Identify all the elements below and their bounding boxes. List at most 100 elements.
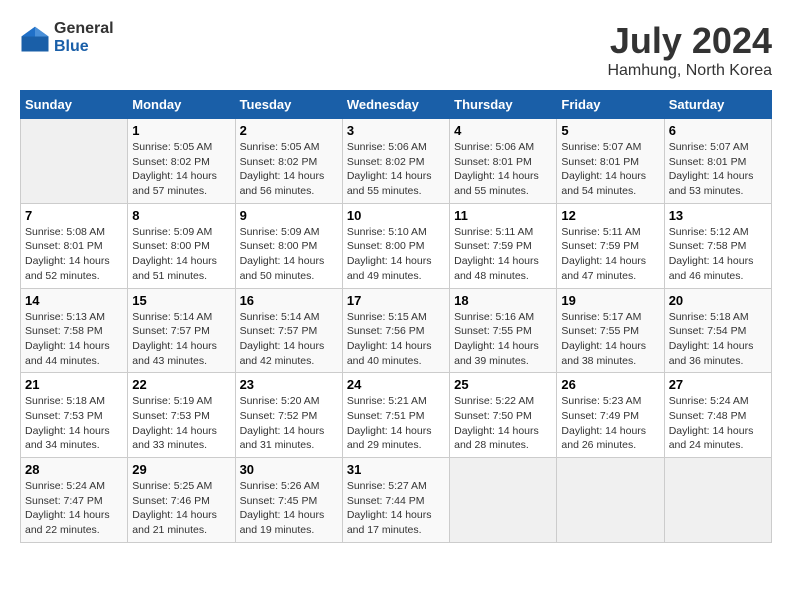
day-info: Sunrise: 5:18 AM Sunset: 7:54 PM Dayligh… [669, 310, 767, 369]
day-number: 8 [132, 208, 230, 223]
day-number: 25 [454, 377, 552, 392]
calendar-cell: 8 Sunrise: 5:09 AM Sunset: 8:00 PM Daylig… [128, 203, 235, 288]
calendar-cell: 31 Sunrise: 5:27 AM Sunset: 7:44 PM Dayli… [342, 458, 449, 543]
day-number: 31 [347, 462, 445, 477]
calendar-cell: 5Sunrise: 5:07 AM Sunset: 8:01 PM Daylig… [557, 119, 664, 204]
calendar-week-1: 1Sunrise: 5:05 AM Sunset: 8:02 PM Daylig… [21, 119, 772, 204]
col-wednesday: Wednesday [342, 91, 449, 119]
day-info: Sunrise: 5:09 AM Sunset: 8:00 PM Dayligh… [240, 225, 338, 284]
day-number: 18 [454, 293, 552, 308]
day-info: Sunrise: 5:13 AM Sunset: 7:58 PM Dayligh… [25, 310, 123, 369]
day-info: Sunrise: 5:17 AM Sunset: 7:55 PM Dayligh… [561, 310, 659, 369]
calendar-cell: 15Sunrise: 5:14 AM Sunset: 7:57 PM Dayli… [128, 288, 235, 373]
calendar-body: 1Sunrise: 5:05 AM Sunset: 8:02 PM Daylig… [21, 119, 772, 543]
day-info: Sunrise: 5:05 AM Sunset: 8:02 PM Dayligh… [240, 140, 338, 199]
day-number: 13 [669, 208, 767, 223]
header-row: Sunday Monday Tuesday Wednesday Thursday… [21, 91, 772, 119]
day-number: 30 [240, 462, 338, 477]
day-info: Sunrise: 5:24 AM Sunset: 7:48 PM Dayligh… [669, 394, 767, 453]
day-number: 20 [669, 293, 767, 308]
day-info: Sunrise: 5:06 AM Sunset: 8:01 PM Dayligh… [454, 140, 552, 199]
day-number: 17 [347, 293, 445, 308]
col-monday: Monday [128, 91, 235, 119]
calendar-cell: 23 Sunrise: 5:20 AM Sunset: 7:52 PM Dayli… [235, 373, 342, 458]
day-info: Sunrise: 5:10 AM Sunset: 8:00 PM Dayligh… [347, 225, 445, 284]
day-info: Sunrise: 5:24 AM Sunset: 7:47 PM Dayligh… [25, 479, 123, 538]
day-info: Sunrise: 5:21 AM Sunset: 7:51 PM Dayligh… [347, 394, 445, 453]
calendar-cell: 11Sunrise: 5:11 AM Sunset: 7:59 PM Dayli… [450, 203, 557, 288]
day-info: Sunrise: 5:14 AM Sunset: 7:57 PM Dayligh… [240, 310, 338, 369]
calendar-cell: 2Sunrise: 5:05 AM Sunset: 8:02 PM Daylig… [235, 119, 342, 204]
day-info: Sunrise: 5:05 AM Sunset: 8:02 PM Dayligh… [132, 140, 230, 199]
day-number: 22 [132, 377, 230, 392]
calendar-cell: 18 Sunrise: 5:16 AM Sunset: 7:55 PM Dayli… [450, 288, 557, 373]
calendar-cell [450, 458, 557, 543]
col-saturday: Saturday [664, 91, 771, 119]
day-info: Sunrise: 5:26 AM Sunset: 7:45 PM Dayligh… [240, 479, 338, 538]
day-number: 23 [240, 377, 338, 392]
calendar-cell: 7 Sunrise: 5:08 AM Sunset: 8:01 PM Daylig… [21, 203, 128, 288]
calendar-cell: 27 Sunrise: 5:24 AM Sunset: 7:48 PM Dayli… [664, 373, 771, 458]
day-info: Sunrise: 5:16 AM Sunset: 7:55 PM Dayligh… [454, 310, 552, 369]
day-number: 21 [25, 377, 123, 392]
day-number: 28 [25, 462, 123, 477]
calendar-cell: 12Sunrise: 5:11 AM Sunset: 7:59 PM Dayli… [557, 203, 664, 288]
calendar-cell: 3 Sunrise: 5:06 AM Sunset: 8:02 PM Daylig… [342, 119, 449, 204]
calendar-cell: 1Sunrise: 5:05 AM Sunset: 8:02 PM Daylig… [128, 119, 235, 204]
calendar-cell: 30 Sunrise: 5:26 AM Sunset: 7:45 PM Dayli… [235, 458, 342, 543]
main-title: July 2024 [607, 20, 772, 62]
day-info: Sunrise: 5:25 AM Sunset: 7:46 PM Dayligh… [132, 479, 230, 538]
day-number: 29 [132, 462, 230, 477]
calendar-cell [557, 458, 664, 543]
day-number: 26 [561, 377, 659, 392]
calendar-cell: 13Sunrise: 5:12 AM Sunset: 7:58 PM Dayli… [664, 203, 771, 288]
col-sunday: Sunday [21, 91, 128, 119]
day-number: 5 [561, 123, 659, 138]
calendar-cell: 20 Sunrise: 5:18 AM Sunset: 7:54 PM Dayli… [664, 288, 771, 373]
calendar-cell: 26 Sunrise: 5:23 AM Sunset: 7:49 PM Dayli… [557, 373, 664, 458]
logo: General Blue [20, 20, 114, 55]
day-info: Sunrise: 5:20 AM Sunset: 7:52 PM Dayligh… [240, 394, 338, 453]
calendar-cell: 9 Sunrise: 5:09 AM Sunset: 8:00 PM Daylig… [235, 203, 342, 288]
logo-blue: Blue [54, 38, 114, 56]
day-number: 4 [454, 123, 552, 138]
day-number: 3 [347, 123, 445, 138]
day-info: Sunrise: 5:22 AM Sunset: 7:50 PM Dayligh… [454, 394, 552, 453]
calendar-week-3: 14Sunrise: 5:13 AM Sunset: 7:58 PM Dayli… [21, 288, 772, 373]
calendar-table: Sunday Monday Tuesday Wednesday Thursday… [20, 90, 772, 543]
day-number: 6 [669, 123, 767, 138]
calendar-cell: 4 Sunrise: 5:06 AM Sunset: 8:01 PM Daylig… [450, 119, 557, 204]
calendar-cell: 28 Sunrise: 5:24 AM Sunset: 7:47 PM Dayli… [21, 458, 128, 543]
day-info: Sunrise: 5:18 AM Sunset: 7:53 PM Dayligh… [25, 394, 123, 453]
day-info: Sunrise: 5:06 AM Sunset: 8:02 PM Dayligh… [347, 140, 445, 199]
day-info: Sunrise: 5:11 AM Sunset: 7:59 PM Dayligh… [561, 225, 659, 284]
calendar-week-2: 7 Sunrise: 5:08 AM Sunset: 8:01 PM Daylig… [21, 203, 772, 288]
col-tuesday: Tuesday [235, 91, 342, 119]
day-info: Sunrise: 5:09 AM Sunset: 8:00 PM Dayligh… [132, 225, 230, 284]
calendar-cell: 24 Sunrise: 5:21 AM Sunset: 7:51 PM Dayli… [342, 373, 449, 458]
day-number: 11 [454, 208, 552, 223]
calendar-cell: 16Sunrise: 5:14 AM Sunset: 7:57 PM Dayli… [235, 288, 342, 373]
page-header: General Blue July 2024 Hamhung, North Ko… [20, 20, 772, 80]
day-info: Sunrise: 5:23 AM Sunset: 7:49 PM Dayligh… [561, 394, 659, 453]
calendar-cell: 6 Sunrise: 5:07 AM Sunset: 8:01 PM Daylig… [664, 119, 771, 204]
calendar-cell: 25 Sunrise: 5:22 AM Sunset: 7:50 PM Dayli… [450, 373, 557, 458]
logo-icon [20, 23, 50, 53]
calendar-cell: 29 Sunrise: 5:25 AM Sunset: 7:46 PM Dayli… [128, 458, 235, 543]
col-friday: Friday [557, 91, 664, 119]
day-number: 27 [669, 377, 767, 392]
day-number: 7 [25, 208, 123, 223]
subtitle: Hamhung, North Korea [607, 62, 772, 80]
day-number: 24 [347, 377, 445, 392]
title-area: July 2024 Hamhung, North Korea [607, 20, 772, 80]
day-info: Sunrise: 5:27 AM Sunset: 7:44 PM Dayligh… [347, 479, 445, 538]
day-info: Sunrise: 5:07 AM Sunset: 8:01 PM Dayligh… [669, 140, 767, 199]
logo-text: General Blue [54, 20, 114, 55]
calendar-cell: 19 Sunrise: 5:17 AM Sunset: 7:55 PM Dayli… [557, 288, 664, 373]
day-info: Sunrise: 5:08 AM Sunset: 8:01 PM Dayligh… [25, 225, 123, 284]
day-number: 9 [240, 208, 338, 223]
calendar-week-4: 21 Sunrise: 5:18 AM Sunset: 7:53 PM Dayli… [21, 373, 772, 458]
day-info: Sunrise: 5:14 AM Sunset: 7:57 PM Dayligh… [132, 310, 230, 369]
logo-general: General [54, 20, 114, 38]
day-number: 19 [561, 293, 659, 308]
